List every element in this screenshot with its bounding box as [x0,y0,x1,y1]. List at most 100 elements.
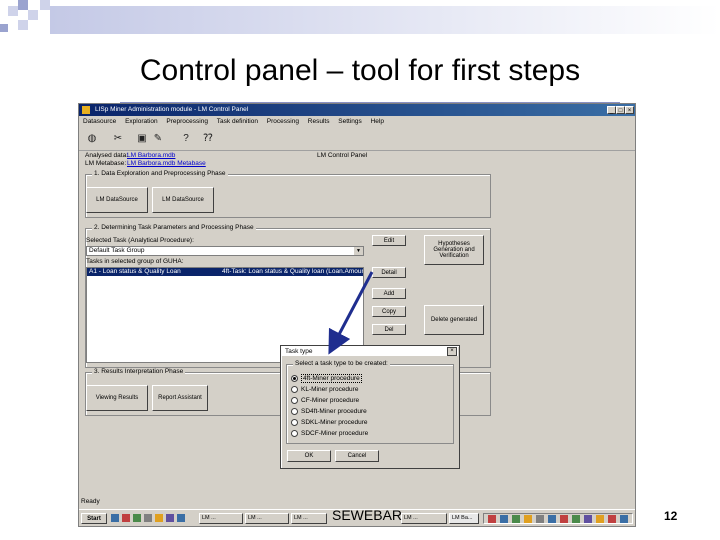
radio-icon [291,385,298,393]
dialog-title: Task type [282,347,458,356]
task-parameters-group-title: 2. Determining Task Parameters and Proce… [92,224,256,231]
menu-item-processing[interactable]: Processing [267,118,299,125]
lm-datasource-button[interactable]: LM DataSource [86,187,148,213]
tray-icon[interactable] [596,515,604,523]
app-icon [82,106,90,114]
radio-icon [291,396,298,404]
radio-sdcf-miner[interactable]: SDCF-Miner procedure [291,429,451,438]
tray-icon[interactable] [500,515,508,523]
menu-item-help[interactable]: Help [371,118,384,125]
menu-item-datasource[interactable]: Datasource [83,118,116,125]
globe-icon[interactable]: ◍ [85,132,99,146]
maximize-button[interactable]: □ [616,106,625,114]
menu-item-preprocessing[interactable]: Preprocessing [166,118,208,125]
quicklaunch-icon[interactable] [144,514,152,522]
decor-square [0,24,8,32]
radio-icon [291,407,298,415]
menu-item-settings[interactable]: Settings [338,118,362,125]
taskbar-item-active[interactable]: LM Ba... [449,513,479,524]
menu-bar: Datasource Exploration Preprocessing Tas… [79,117,635,127]
tray-icon[interactable] [572,515,580,523]
quicklaunch-icon[interactable] [177,514,185,522]
task-group-select[interactable]: Default Task Group ▼ [86,246,364,256]
edit-task-button[interactable]: Edit [372,235,406,246]
window-titlebar: LISp Miner Administration module - LM Co… [79,104,635,116]
task-list-label: Tasks in selected group of GUHA: [86,258,184,265]
decor-square [18,0,28,10]
menu-item-task-definition[interactable]: Task definition [217,118,258,125]
app-window: LISp Miner Administration module - LM Co… [78,103,636,527]
taskbar-item[interactable]: LM ... [291,513,327,524]
tools-icon[interactable]: ✂ [111,132,125,146]
quicklaunch-icon[interactable] [122,514,130,522]
task-type-dialog: Task type × Select a task type to be cre… [280,345,460,469]
detail-task-button[interactable]: Detail [372,267,406,278]
radio-kl-miner[interactable]: KL-Miner procedure [291,385,451,394]
lm-preprocess-button[interactable]: LM DataSource [152,187,214,213]
delete-generated-button[interactable]: Delete generated [424,305,484,335]
metabase-link[interactable]: LM Barbora.mdb Metabase [127,160,206,167]
metabase-label: LM Metabase: [85,160,127,167]
slide-title: Control panel – tool for first steps [139,54,581,87]
results-group-title: 3. Results Interpretation Phase [92,368,186,375]
selected-task-label: Selected Task (Analytical Procedure): [86,237,194,244]
taskbar-item[interactable]: LM ... [199,513,243,524]
radio-selected-icon [291,374,298,382]
help-icon[interactable]: ? [179,132,193,146]
control-panel-label: LM Control Panel [317,152,368,159]
start-button[interactable]: Start [81,513,107,524]
add-task-button[interactable]: Add [372,288,406,299]
menu-item-exploration[interactable]: Exploration [125,118,158,125]
report-assistant-button[interactable]: Report Assistant [152,385,208,411]
viewing-results-button[interactable]: Viewing Results [86,385,148,411]
analysed-data-link[interactable]: LM Barbora.mdb [127,152,175,159]
delete-task-button[interactable]: Del [372,324,406,335]
close-icon[interactable]: × [447,347,457,356]
tray-icon[interactable] [488,515,496,523]
decor-square [40,0,50,10]
decor-square [18,20,28,30]
tray-icon[interactable] [548,515,556,523]
task-list-row-description: 4ft-Task: Loan status & Quality loan (Lo… [222,268,363,275]
exploration-group: 1. Data Exploration and Preprocessing Ph… [85,170,491,218]
tray-icon[interactable] [584,515,592,523]
radio-label: CF-Miner procedure [301,397,360,404]
tray-icon[interactable] [536,515,544,523]
minimize-button[interactable]: _ [607,106,616,114]
dialog-ok-button[interactable]: OK [287,450,331,462]
analysed-data-label: Analysed data: [85,152,129,159]
tray-icon[interactable] [524,515,532,523]
quicklaunch-icon[interactable] [111,514,119,522]
decor-square [28,10,38,20]
tray-icon[interactable] [560,515,568,523]
radio-label: SDKL-Miner procedure [301,419,368,426]
radio-sd4ft-miner[interactable]: SD4ft-Miner procedure [291,407,451,416]
quicklaunch-icon[interactable] [166,514,174,522]
status-bar: Ready [81,498,100,505]
hypotheses-generation-button[interactable]: Hypotheses Generation and Verification [424,235,484,265]
edit-icon[interactable]: ✎ [151,132,165,146]
tray-icon[interactable] [608,515,616,523]
context-help-icon[interactable]: ⁇ [201,132,215,146]
radio-cf-miner[interactable]: CF-Miner procedure [291,396,451,405]
exploration-group-title: 1. Data Exploration and Preprocessing Ph… [92,170,228,177]
system-tray [483,513,633,524]
tray-icon[interactable] [620,515,628,523]
task-list-selected-row[interactable]: A1 - Loan status & Quality Loan 4ft-Task… [87,268,363,276]
radio-icon [291,418,298,426]
chevron-down-icon[interactable]: ▼ [354,247,363,255]
tray-icon[interactable] [512,515,520,523]
taskbar-item[interactable]: LM ... [401,513,447,524]
save-icon[interactable]: ▣ [135,132,149,146]
dialog-cancel-button[interactable]: Cancel [335,450,379,462]
quicklaunch-icon[interactable] [133,514,141,522]
radio-4ft-miner[interactable]: 4ft-Miner procedure [291,374,451,383]
menu-item-results[interactable]: Results [308,118,330,125]
close-button[interactable]: × [625,106,634,114]
radio-sdkl-miner[interactable]: SDKL-Miner procedure [291,418,451,427]
radio-label: KL-Miner procedure [301,386,359,393]
taskbar-item[interactable]: LM ... [245,513,289,524]
quicklaunch-icon[interactable] [155,514,163,522]
radio-icon [291,429,298,437]
copy-task-button[interactable]: Copy [372,306,406,317]
